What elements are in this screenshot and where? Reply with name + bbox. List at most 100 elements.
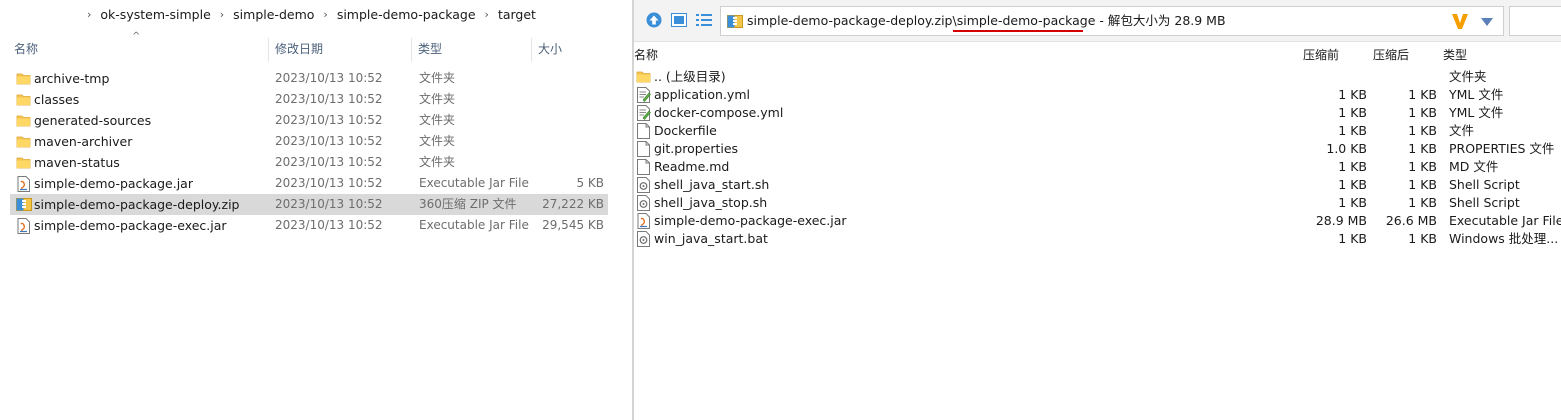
archive-file-row[interactable]: win_java_start.bat 1 KB 1 KB Windows 批处理... bbox=[634, 230, 1561, 248]
file-size: 5 KB bbox=[576, 176, 604, 190]
file-size-before: 1.0 KB bbox=[1326, 141, 1367, 156]
file-name: maven-archiver bbox=[34, 134, 133, 149]
file-row[interactable]: simple-demo-package-exec.jar 2023/10/13 1… bbox=[10, 215, 608, 236]
file-row[interactable]: maven-archiver 2023/10/13 10:52 文件夹 bbox=[10, 131, 608, 152]
breadcrumb-item[interactable]: simple-demo bbox=[233, 7, 314, 22]
file-type: 文件夹 bbox=[419, 134, 456, 148]
file-size-before: 1 KB bbox=[1338, 123, 1367, 138]
file-modified-date: 2023/10/13 10:52 bbox=[275, 176, 383, 190]
file-type: YML 文件 bbox=[1449, 105, 1504, 120]
file-row[interactable]: generated-sources 2023/10/13 10:52 文件夹 bbox=[10, 110, 608, 131]
v-logo-icon[interactable] bbox=[1451, 12, 1469, 30]
toolbar: simple-demo-package-deploy.zip\simple-de… bbox=[634, 0, 1561, 42]
search-input[interactable] bbox=[1509, 6, 1561, 36]
breadcrumb: › ok-system-simple › simple-demo › simpl… bbox=[0, 0, 632, 28]
file-name: win_java_start.bat bbox=[654, 231, 768, 246]
file-type: MD 文件 bbox=[1449, 159, 1499, 174]
file-type: 文件夹 bbox=[419, 113, 456, 127]
column-header-date[interactable]: 修改日期 bbox=[269, 38, 323, 60]
archive-file-row[interactable]: shell_java_stop.sh 1 KB 1 KB Shell Script bbox=[634, 194, 1561, 212]
file-type: YML 文件 bbox=[1449, 87, 1504, 102]
view-thumbnail-icon[interactable] bbox=[670, 11, 688, 29]
file-name: simple-demo-package-deploy.zip bbox=[34, 197, 240, 212]
file-modified-date: 2023/10/13 10:52 bbox=[275, 92, 383, 106]
archive-file-row[interactable]: Dockerfile 1 KB 1 KB 文件 bbox=[634, 122, 1561, 140]
column-header-compressed[interactable]: 压缩前 bbox=[1303, 44, 1339, 66]
file-type: Windows 批处理... bbox=[1449, 231, 1559, 246]
text-file-icon bbox=[636, 87, 651, 103]
file-size-before: 1 KB bbox=[1338, 231, 1367, 246]
file-modified-date: 2023/10/13 10:52 bbox=[275, 134, 383, 148]
address-bar[interactable]: simple-demo-package-deploy.zip\simple-de… bbox=[720, 6, 1504, 36]
file-name: Readme.md bbox=[654, 159, 730, 174]
file-size-after: 1 KB bbox=[1408, 87, 1437, 102]
column-header-name[interactable]: 名称 bbox=[8, 38, 38, 60]
dropdown-arrow-icon[interactable] bbox=[1481, 15, 1493, 26]
script-file-icon bbox=[636, 231, 651, 247]
file-name: classes bbox=[34, 92, 80, 107]
column-header-type[interactable]: 类型 bbox=[412, 38, 442, 60]
column-header-size[interactable]: 大小 bbox=[532, 38, 562, 60]
file-size-after: 1 KB bbox=[1408, 141, 1437, 156]
archive-file-row[interactable]: git.properties 1.0 KB 1 KB PROPERTIES 文件 bbox=[634, 140, 1561, 158]
file-type: 文件夹 bbox=[419, 71, 456, 85]
script-file-icon bbox=[636, 177, 651, 193]
file-size-after: 1 KB bbox=[1408, 195, 1437, 210]
explorer-pane: › ok-system-simple › simple-demo › simpl… bbox=[0, 0, 632, 420]
view-list-icon[interactable] bbox=[695, 11, 713, 29]
folder-icon bbox=[16, 92, 31, 107]
archive-file-row[interactable]: simple-demo-package-exec.jar 28.9 MB 26.6 … bbox=[634, 212, 1561, 230]
file-type: 360压缩 ZIP 文件 bbox=[419, 197, 517, 211]
file-row[interactable]: simple-demo-package-deploy.zip 2023/10/13… bbox=[10, 194, 608, 215]
archive-file-row[interactable]: Readme.md 1 KB 1 KB MD 文件 bbox=[634, 158, 1561, 176]
file-row[interactable]: maven-status 2023/10/13 10:52 文件夹 bbox=[10, 152, 608, 173]
blank-file-icon bbox=[636, 159, 651, 175]
file-name: .. (上级目录) bbox=[654, 69, 726, 84]
column-header-original[interactable]: 压缩后 bbox=[1373, 44, 1409, 66]
archive-file-row[interactable]: .. (上级目录) 文件夹 bbox=[634, 68, 1561, 86]
file-size-before: 1 KB bbox=[1338, 177, 1367, 192]
jar-file-icon bbox=[636, 213, 651, 229]
file-size-before: 1 KB bbox=[1338, 87, 1367, 102]
file-type: Executable Jar File bbox=[1449, 213, 1561, 228]
breadcrumb-item[interactable]: simple-demo-package bbox=[337, 7, 476, 22]
file-name: Dockerfile bbox=[654, 123, 717, 138]
file-size-after: 1 KB bbox=[1408, 231, 1437, 246]
chevron-right-icon: › bbox=[323, 7, 328, 21]
script-file-icon bbox=[636, 195, 651, 211]
column-header: 名称 压缩前 压缩后 类型 bbox=[634, 44, 1561, 66]
file-size-after: 1 KB bbox=[1408, 177, 1437, 192]
file-row[interactable]: simple-demo-package.jar 2023/10/13 10:52 E… bbox=[10, 173, 608, 194]
column-header-type[interactable]: 类型 bbox=[1443, 44, 1467, 66]
file-size: 29,545 KB bbox=[542, 218, 604, 232]
file-name: generated-sources bbox=[34, 113, 152, 128]
file-size-after: 26.6 MB bbox=[1385, 213, 1437, 228]
file-name: shell_java_stop.sh bbox=[654, 195, 768, 210]
file-type: Executable Jar File bbox=[419, 218, 529, 232]
up-arrow-icon[interactable] bbox=[645, 11, 663, 29]
column-header-name[interactable]: 名称 bbox=[634, 44, 658, 66]
file-size-after: 1 KB bbox=[1408, 159, 1437, 174]
chevron-right-icon: › bbox=[484, 7, 489, 21]
file-size: 27,222 KB bbox=[542, 197, 604, 211]
breadcrumb-item[interactable]: ok-system-simple bbox=[100, 7, 210, 22]
archive-file-row[interactable]: docker-compose.yml 1 KB 1 KB YML 文件 bbox=[634, 104, 1561, 122]
file-type: PROPERTIES 文件 bbox=[1449, 141, 1555, 156]
file-modified-date: 2023/10/13 10:52 bbox=[275, 197, 383, 211]
file-size-before: 1 KB bbox=[1338, 159, 1367, 174]
breadcrumb-item[interactable]: target bbox=[498, 7, 536, 22]
file-name: shell_java_start.sh bbox=[654, 177, 770, 192]
folder-icon bbox=[16, 113, 31, 128]
file-modified-date: 2023/10/13 10:52 bbox=[275, 113, 383, 127]
file-size-before: 1 KB bbox=[1338, 105, 1367, 120]
file-type: Executable Jar File bbox=[419, 176, 529, 190]
red-underline-annotation bbox=[953, 30, 1083, 32]
archive-file-row[interactable]: shell_java_start.sh 1 KB 1 KB Shell Script bbox=[634, 176, 1561, 194]
file-name: archive-tmp bbox=[34, 71, 110, 86]
file-row[interactable]: classes 2023/10/13 10:52 文件夹 bbox=[10, 89, 608, 110]
chevron-right-icon: › bbox=[219, 7, 225, 21]
folder-icon bbox=[16, 155, 31, 170]
file-row[interactable]: archive-tmp 2023/10/13 10:52 文件夹 bbox=[10, 68, 608, 89]
jar-file-icon bbox=[16, 218, 31, 234]
archive-file-row[interactable]: application.yml 1 KB 1 KB YML 文件 bbox=[634, 86, 1561, 104]
